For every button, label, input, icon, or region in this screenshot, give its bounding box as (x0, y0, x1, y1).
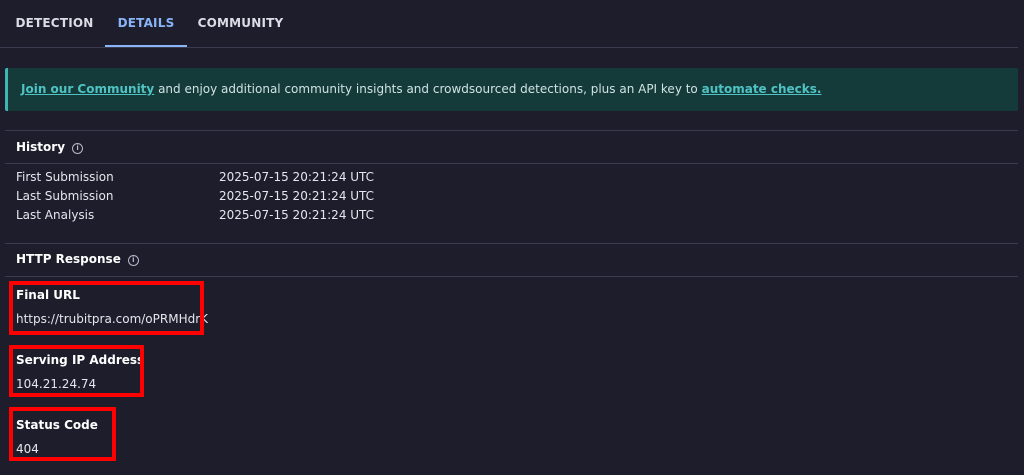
info-icon[interactable]: i (127, 255, 139, 266)
history-row-label: First Submission (16, 170, 114, 184)
tab-details[interactable]: DETAILS (105, 0, 187, 47)
info-icon[interactable]: i (72, 143, 84, 154)
http-response-title: HTTP Response (16, 252, 121, 266)
history-row-value: 2025-07-15 20:21:24 UTC (219, 208, 375, 222)
history-row-value: 2025-07-15 20:21:24 UTC (219, 170, 375, 184)
tab-bar: DETECTION DETAILS COMMUNITY (0, 0, 1018, 48)
history-row-label: Last Analysis (16, 208, 95, 222)
history-title: History (16, 140, 66, 154)
serving-ip-highlight-box (9, 345, 144, 397)
tab-detection[interactable]: DETECTION (6, 0, 103, 47)
divider (5, 276, 1018, 277)
http-response-section-title: HTTP Response i (16, 252, 139, 266)
history-row-label: Last Submission (16, 189, 114, 203)
final-url-highlight-box (9, 281, 204, 335)
community-banner: Join our Community and enjoy additional … (5, 68, 1018, 111)
status-code-highlight-box (9, 407, 116, 461)
automate-checks-link[interactable]: automate checks. (702, 82, 822, 96)
tab-community[interactable]: COMMUNITY (193, 0, 288, 47)
banner-text: and enjoy additional community insights … (154, 82, 702, 96)
divider (5, 130, 1018, 131)
history-section-title: History i (16, 140, 84, 154)
join-community-link[interactable]: Join our Community (21, 82, 154, 96)
divider (5, 163, 1018, 164)
history-row-value: 2025-07-15 20:21:24 UTC (219, 189, 375, 203)
divider (5, 243, 1018, 244)
